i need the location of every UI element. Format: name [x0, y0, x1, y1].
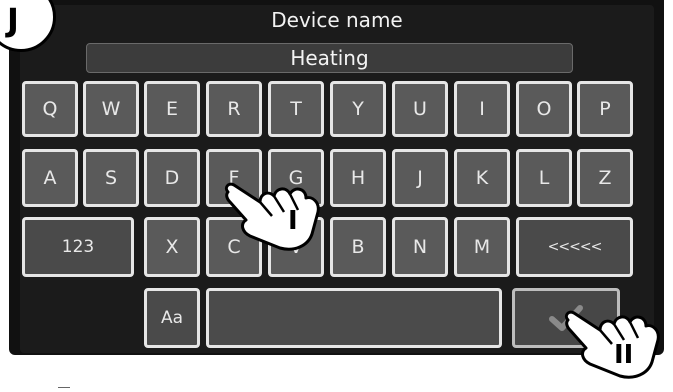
key-q[interactable]: Q [22, 81, 78, 137]
key-a[interactable]: A [22, 149, 78, 207]
key-z[interactable]: Z [577, 149, 633, 207]
key-s[interactable]: S [83, 149, 139, 207]
key-b[interactable]: B [330, 217, 386, 277]
key-m[interactable]: M [454, 217, 510, 277]
device-name-field[interactable]: Heating [86, 43, 573, 73]
case-toggle-key[interactable]: Aa [144, 288, 200, 348]
backspace-key[interactable]: <<<<< [516, 217, 633, 277]
step-marker-letter: J [7, 1, 19, 39]
space-bar[interactable] [206, 288, 502, 348]
key-y[interactable]: Y [330, 81, 386, 137]
key-n[interactable]: N [392, 217, 448, 277]
key-k[interactable]: K [454, 149, 510, 207]
key-r[interactable]: R [206, 81, 262, 137]
key-x[interactable]: X [144, 217, 200, 277]
key-p[interactable]: P [577, 81, 633, 137]
key-o[interactable]: O [516, 81, 572, 137]
key-i[interactable]: I [454, 81, 510, 137]
key-w[interactable]: W [83, 81, 139, 137]
divider [58, 387, 70, 392]
key-u[interactable]: U [392, 81, 448, 137]
key-h[interactable]: H [330, 149, 386, 207]
key-t[interactable]: T [268, 81, 324, 137]
key-e[interactable]: E [144, 81, 200, 137]
screen-title: Device name [271, 8, 403, 32]
key-j[interactable]: J [392, 149, 448, 207]
touch-screen: Device name Heating Q W E R T Y U I O P … [20, 5, 654, 353]
key-d[interactable]: D [144, 149, 200, 207]
pointing-hand-icon [224, 182, 320, 251]
callout-label-second: II [614, 340, 634, 370]
callout-label-first: I [288, 206, 298, 236]
numeric-mode-key[interactable]: 123 [22, 217, 134, 277]
key-l[interactable]: L [516, 149, 572, 207]
